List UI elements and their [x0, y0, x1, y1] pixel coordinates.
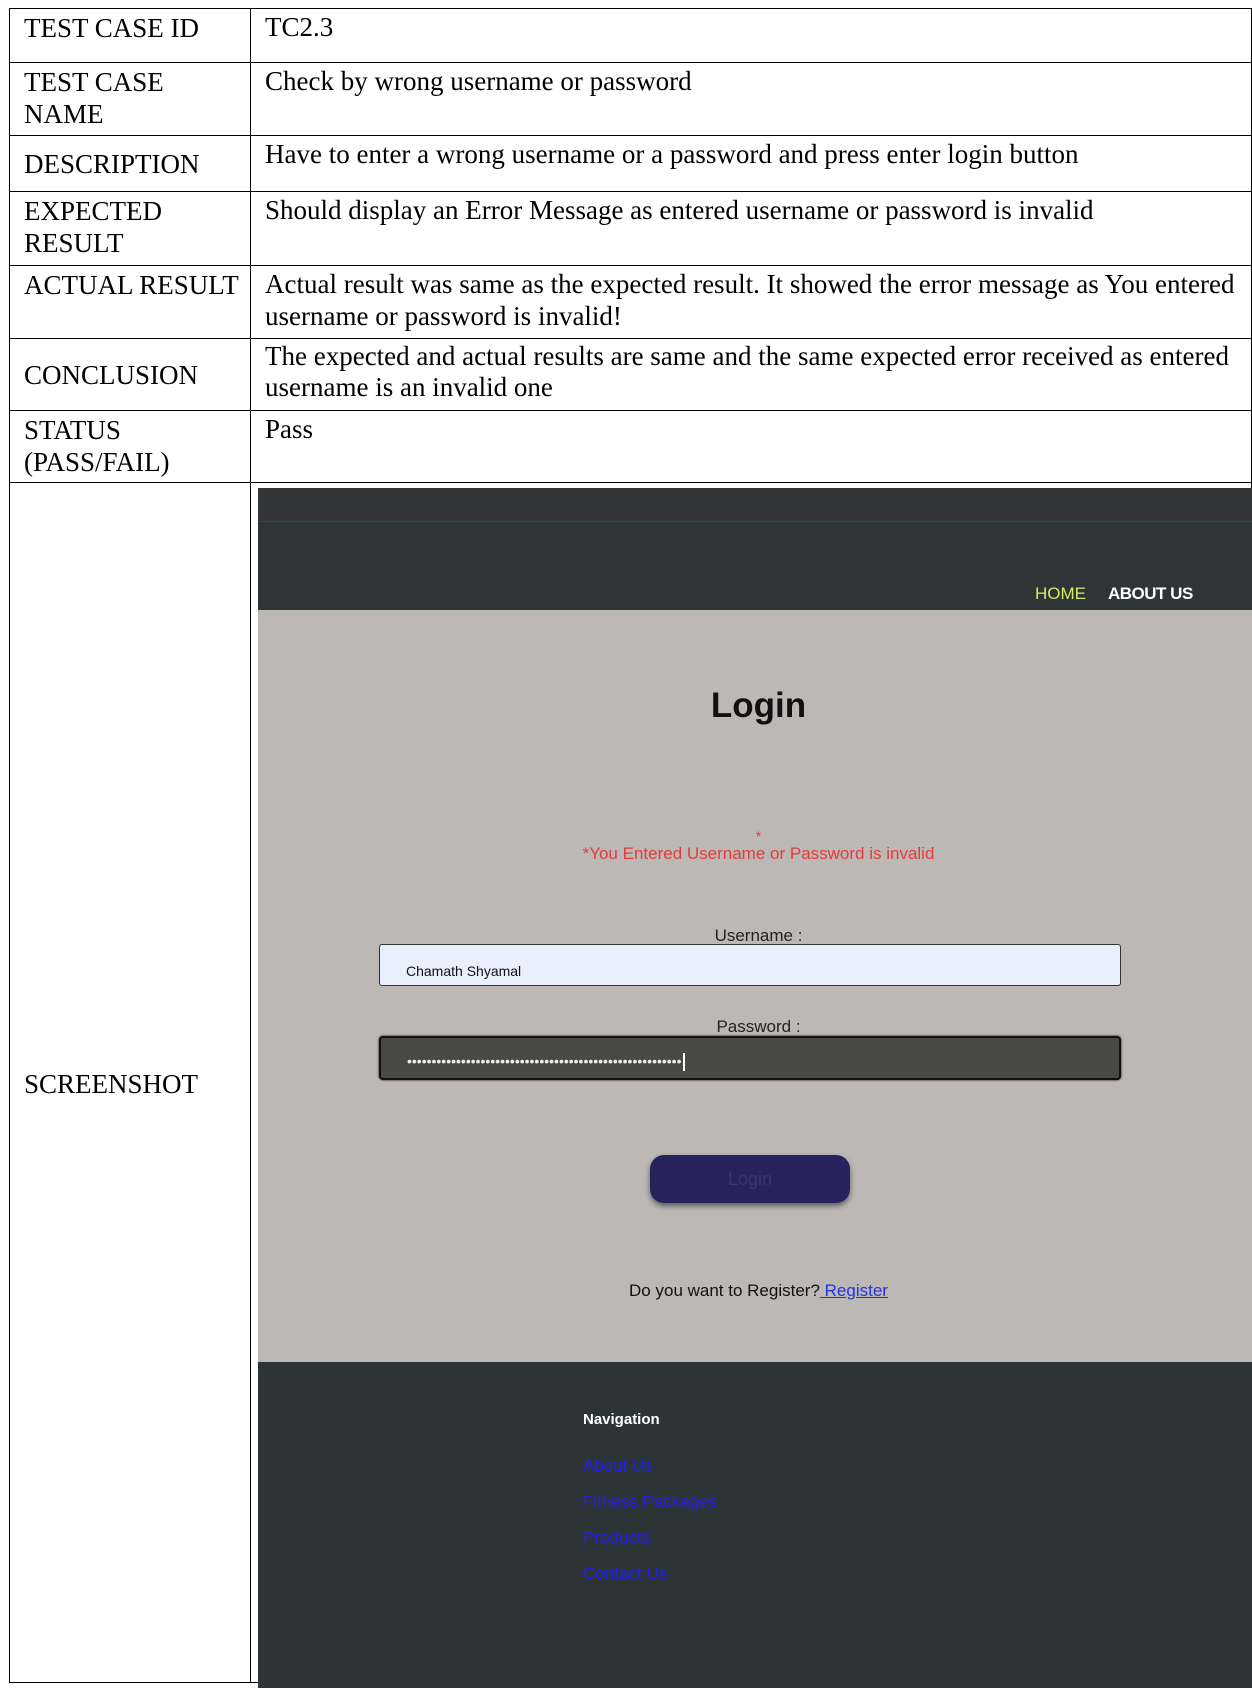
register-prompt: Do you want to Register? [629, 1281, 820, 1300]
footer-navigation-title: Navigation [583, 1411, 660, 1428]
text-cursor [683, 1053, 686, 1072]
footer-link-products[interactable]: Products [583, 1522, 650, 1554]
screenshot-cell: HOME ABOUT US Login * *You Entered Usern… [250, 482, 1252, 1688]
login-section: Login * *You Entered Username or Passwor… [258, 610, 1252, 1362]
test-case-table: TEST CASE ID TC2.3 TEST CASE NAME Check … [9, 8, 1252, 1688]
row-value-actual-result: Actual result was same as the expected r… [250, 265, 1252, 339]
password-masked-value: ••••••••••••••••••••••••••••••••••••••••… [407, 1053, 682, 1069]
site-footer: Navigation About Us Fitness Packages Pro… [258, 1362, 1252, 1688]
row-value-conclusion: The expected and actual results are same… [250, 338, 1252, 411]
error-message: *You Entered Username or Password is inv… [582, 844, 935, 863]
row-label-test-case-name: TEST CASE NAME [9, 62, 251, 136]
footer-link-about-us[interactable]: About Us [583, 1450, 653, 1482]
row-value-status: Pass [250, 410, 1252, 483]
login-button[interactable]: Login [650, 1155, 850, 1203]
row-label-actual-result: ACTUAL RESULT [9, 265, 251, 339]
footer-link-contact-us[interactable]: Contact Us [583, 1558, 667, 1590]
register-prompt-line: Do you want to Register? Register [258, 1275, 1252, 1307]
row-value-test-case-id: TC2.3 [250, 8, 1252, 63]
row-value-description: Have to enter a wrong username or a pass… [250, 135, 1252, 192]
login-heading: Login [710, 686, 807, 725]
row-value-test-case-name: Check by wrong username or password [250, 62, 1252, 136]
username-input[interactable]: Chamath Shyamal [379, 944, 1121, 986]
browser-top-bar [258, 488, 1252, 522]
nav-home-link[interactable]: HOME [1035, 578, 1086, 610]
nav-about-link[interactable]: ABOUT US [1108, 578, 1193, 610]
website-screenshot: HOME ABOUT US Login * *You Entered Usern… [258, 488, 1252, 1688]
site-header: HOME ABOUT US [258, 522, 1252, 610]
row-value-expected-result: Should display an Error Message as enter… [250, 191, 1252, 266]
footer-link-fitness-packages[interactable]: Fitness Packages [583, 1486, 717, 1518]
row-label-status: STATUS (PASS/FAIL) [9, 410, 251, 483]
row-label-conclusion: CONCLUSION [9, 338, 251, 411]
row-label-expected-result: EXPECTED RESULT [9, 191, 251, 266]
register-link[interactable]: Register [820, 1281, 888, 1300]
row-label-test-case-id: TEST CASE ID [9, 8, 251, 63]
row-label-description: DESCRIPTION [9, 135, 251, 192]
password-input[interactable]: ••••••••••••••••••••••••••••••••••••••••… [379, 1036, 1121, 1080]
row-label-screenshot: SCREENSHOT [9, 482, 251, 1683]
